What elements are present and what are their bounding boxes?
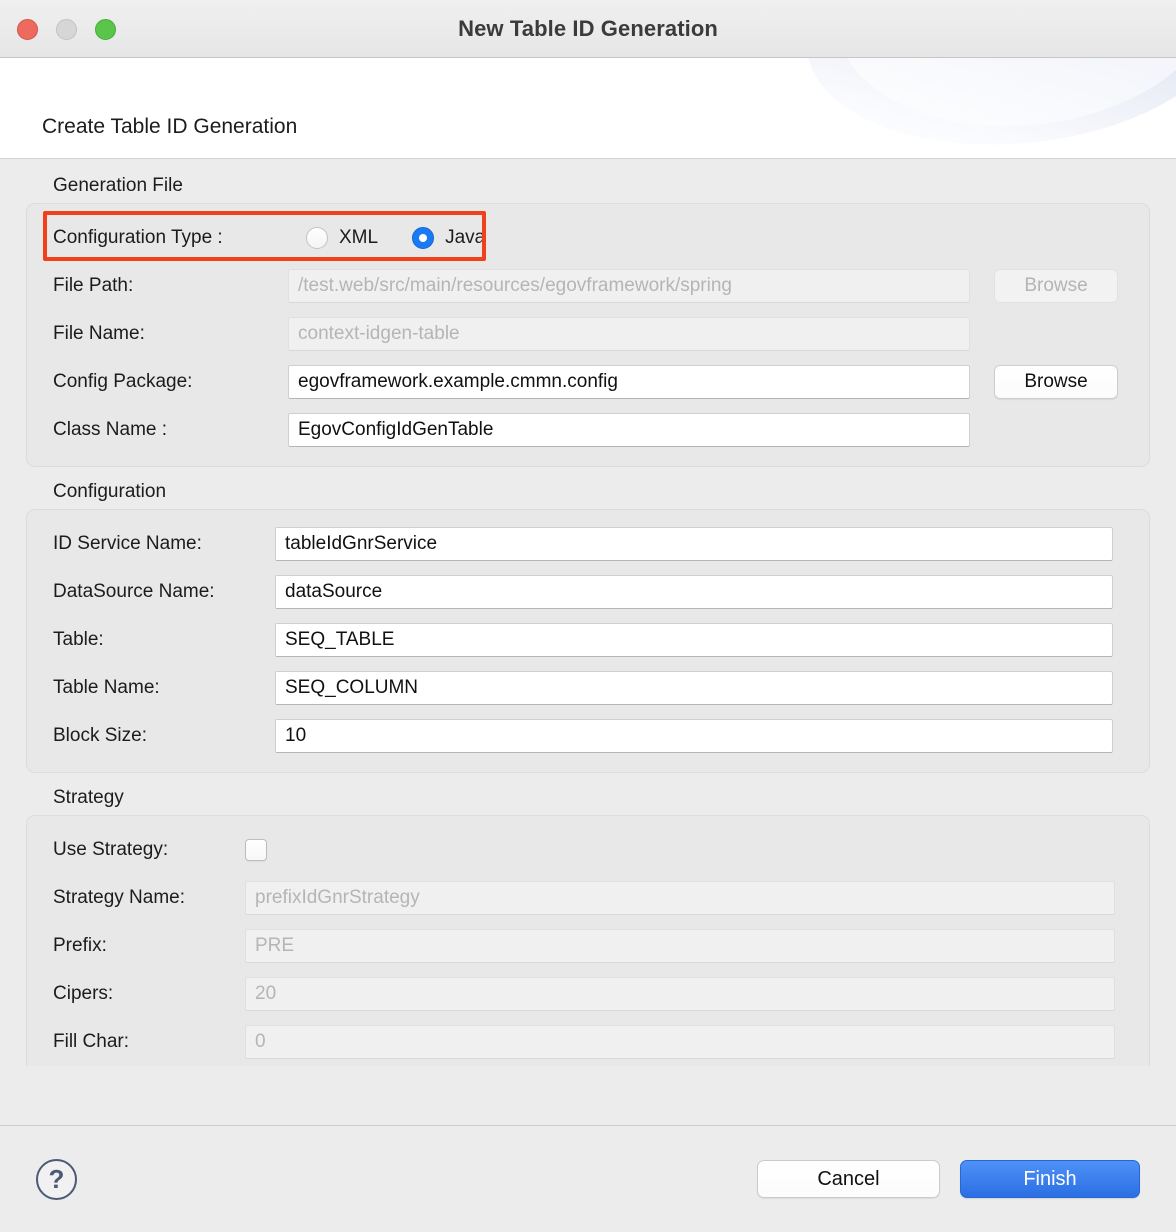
file-path-label: File Path: <box>53 275 288 297</box>
configuration-panel: ID Service Name: DataSource Name: Table:… <box>26 509 1150 773</box>
radio-xml-indicator[interactable] <box>306 227 328 249</box>
config-package-row: Config Package: Browse <box>27 358 1149 406</box>
table-name-label: Table Name: <box>53 677 275 699</box>
use-strategy-row: Use Strategy: <box>27 826 1149 874</box>
file-path-input[interactable] <box>288 269 970 303</box>
strategy-group: Strategy Use Strategy: Strategy Name: Pr… <box>0 787 1176 1066</box>
radio-xml-label: XML <box>339 227 378 249</box>
id-service-name-input[interactable] <box>275 527 1113 561</box>
page-title: Create Table ID Generation <box>42 115 297 139</box>
window-controls <box>17 19 116 40</box>
prefix-label: Prefix: <box>53 935 245 957</box>
datasource-name-row: DataSource Name: <box>27 568 1149 616</box>
datasource-name-label: DataSource Name: <box>53 581 275 603</box>
class-name-row: Class Name : <box>27 406 1149 454</box>
configuration-type-row: Configuration Type : XML Java <box>27 214 1149 262</box>
id-service-name-label: ID Service Name: <box>53 533 275 555</box>
strategy-panel: Use Strategy: Strategy Name: Prefix: Cip… <box>26 815 1150 1066</box>
prefix-row: Prefix: <box>27 922 1149 970</box>
finish-button[interactable]: Finish <box>960 1160 1140 1198</box>
config-package-input[interactable] <box>288 365 970 399</box>
table-label: Table: <box>53 629 275 651</box>
config-package-browse-button[interactable]: Browse <box>994 365 1118 399</box>
prefix-input[interactable] <box>245 929 1115 963</box>
dialog-footer: ? Cancel Finish <box>0 1125 1176 1232</box>
datasource-name-input[interactable] <box>275 575 1113 609</box>
table-row: Table: <box>27 616 1149 664</box>
strategy-name-row: Strategy Name: <box>27 874 1149 922</box>
generation-file-group-label: Generation File <box>53 175 1176 197</box>
wizard-header: Create Table ID Generation <box>0 58 1176 159</box>
fill-char-row: Fill Char: <box>27 1018 1149 1066</box>
table-input[interactable] <box>275 623 1113 657</box>
radio-java-indicator[interactable] <box>412 227 434 249</box>
table-name-row: Table Name: <box>27 664 1149 712</box>
configuration-group: Configuration ID Service Name: DataSourc… <box>0 481 1176 773</box>
file-name-input[interactable] <box>288 317 970 351</box>
form-content: Generation File Configuration Type : XML… <box>0 159 1176 1125</box>
radio-java-label: Java <box>445 227 485 249</box>
zoom-window-button[interactable] <box>95 19 116 40</box>
strategy-name-input[interactable] <box>245 881 1115 915</box>
file-name-row: File Name: <box>27 310 1149 358</box>
use-strategy-label: Use Strategy: <box>53 839 245 861</box>
cipers-input[interactable] <box>245 977 1115 1011</box>
cancel-button[interactable]: Cancel <box>757 1160 940 1198</box>
class-name-label: Class Name : <box>53 419 288 441</box>
radio-option-xml[interactable]: XML <box>306 227 378 249</box>
window-title: New Table ID Generation <box>0 16 1176 42</box>
table-name-input[interactable] <box>275 671 1113 705</box>
block-size-label: Block Size: <box>53 725 275 747</box>
configuration-group-label: Configuration <box>53 481 1176 503</box>
title-bar: New Table ID Generation <box>0 0 1176 58</box>
block-size-row: Block Size: <box>27 712 1149 760</box>
use-strategy-checkbox[interactable] <box>245 839 267 861</box>
generation-file-panel: Configuration Type : XML Java File Path:… <box>26 203 1150 467</box>
block-size-input[interactable] <box>275 719 1113 753</box>
generation-file-group: Generation File Configuration Type : XML… <box>0 175 1176 467</box>
file-name-label: File Name: <box>53 323 288 345</box>
fill-char-label: Fill Char: <box>53 1031 245 1053</box>
minimize-window-button[interactable] <box>56 19 77 40</box>
configuration-type-label: Configuration Type : <box>53 227 288 249</box>
close-window-button[interactable] <box>17 19 38 40</box>
cipers-row: Cipers: <box>27 970 1149 1018</box>
dialog-window: New Table ID Generation Create Table ID … <box>0 0 1176 1232</box>
cipers-label: Cipers: <box>53 983 245 1005</box>
config-package-label: Config Package: <box>53 371 288 393</box>
id-service-name-row: ID Service Name: <box>27 520 1149 568</box>
file-path-browse-button[interactable]: Browse <box>994 269 1118 303</box>
fill-char-input[interactable] <box>245 1025 1115 1059</box>
help-icon[interactable]: ? <box>36 1159 77 1200</box>
radio-option-java[interactable]: Java <box>412 227 485 249</box>
strategy-group-label: Strategy <box>53 787 1176 809</box>
file-path-row: File Path: Browse <box>27 262 1149 310</box>
strategy-name-label: Strategy Name: <box>53 887 245 909</box>
class-name-input[interactable] <box>288 413 970 447</box>
